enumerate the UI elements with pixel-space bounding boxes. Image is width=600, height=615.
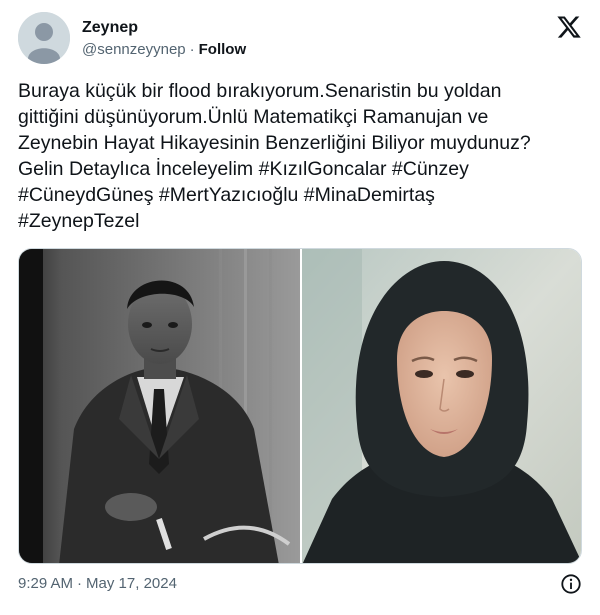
handle-separator: · — [189, 41, 195, 58]
tweet-card: Zeynep @sennzeyynep · Follow Buraya küçük … — [0, 0, 600, 615]
tweet-date: May 17, 2024 — [86, 575, 177, 592]
avatar[interactable] — [18, 12, 70, 64]
tweet-header: Zeynep @sennzeyynep · Follow — [18, 12, 582, 68]
author-handle-line: @sennzeyynep · Follow — [82, 40, 246, 60]
author-display-name[interactable]: Zeynep — [82, 18, 246, 38]
media-grid — [18, 248, 582, 564]
timestamp-separator: · — [77, 575, 83, 592]
tweet-timestamp[interactable]: 9:29 AM · May 17, 2024 — [18, 574, 177, 594]
photo-woman-in-hijab[interactable] — [302, 249, 581, 563]
default-avatar-icon — [18, 12, 70, 64]
tweet-time: 9:29 AM — [18, 575, 74, 592]
tweet-text: Buraya küçük bir flood bırakıyorum.Senar… — [18, 80, 531, 232]
author-block: Zeynep @sennzeyynep · Follow — [82, 18, 246, 60]
follow-button[interactable]: Follow — [199, 41, 247, 58]
info-icon[interactable] — [560, 573, 582, 595]
author-handle[interactable]: @sennzeyynep — [82, 41, 186, 58]
x-logo-icon[interactable] — [556, 14, 582, 40]
photo-man-in-suit[interactable] — [19, 249, 300, 563]
